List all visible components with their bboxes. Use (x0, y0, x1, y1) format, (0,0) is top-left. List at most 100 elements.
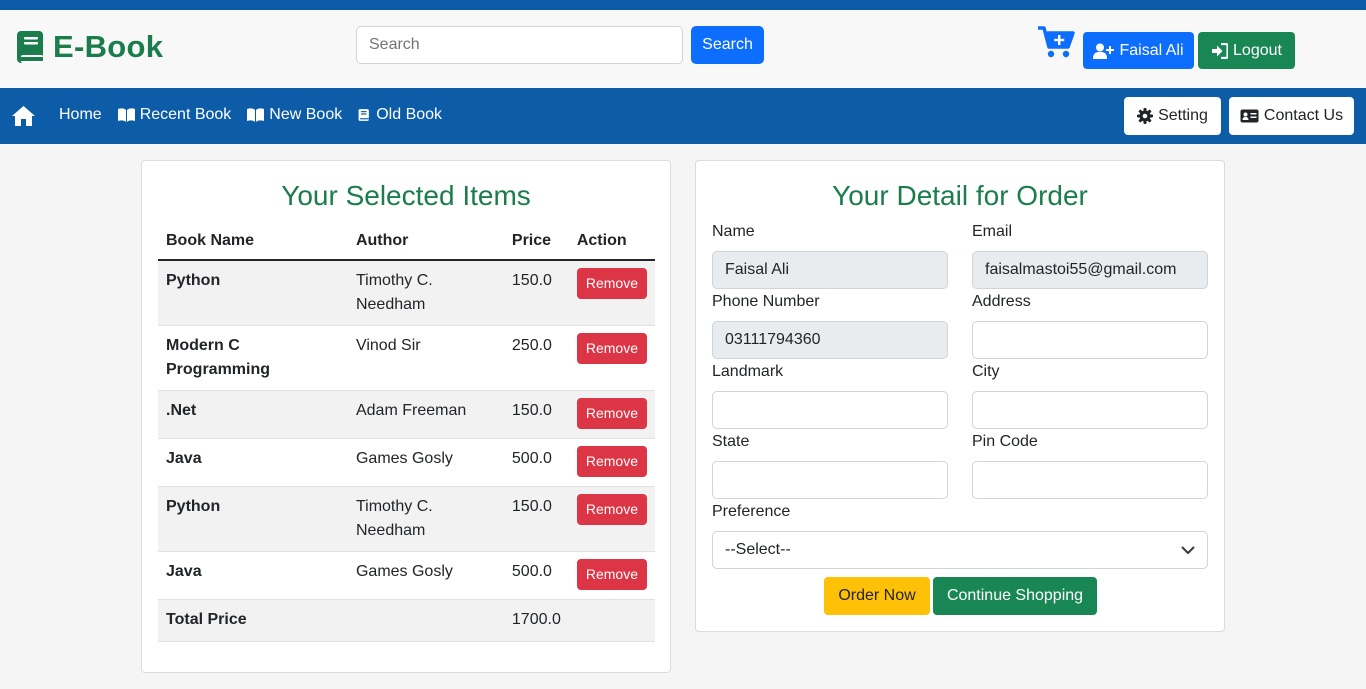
preference-label: Preference (712, 503, 791, 520)
remove-button[interactable]: Remove (576, 268, 647, 299)
brand-logo[interactable]: E-Book (16, 29, 163, 65)
home-icon[interactable] (11, 105, 36, 127)
sign-in-icon (1212, 42, 1229, 59)
column-header: Author (347, 225, 504, 261)
remove-button[interactable]: Remove (576, 494, 647, 525)
table-row: Python Timothy C. Needham 150.0 Remove (158, 486, 655, 552)
nav-item-old-book[interactable]: Old Book (357, 106, 442, 124)
book-icon (17, 31, 43, 63)
selected-items-title: Your Selected Items (281, 180, 531, 211)
selected-items-card: Your Selected Items Book Name Author Pri… (141, 160, 671, 673)
book-price: 150.0 (503, 390, 569, 439)
book-open-icon (117, 108, 135, 122)
book-author: Adam Freeman (347, 390, 504, 439)
book-author: Timothy C. Needham (347, 260, 504, 326)
remove-button[interactable]: Remove (576, 333, 647, 364)
logout-label: Logout (1233, 41, 1282, 59)
book-price: 150.0 (503, 260, 569, 326)
table-row: Java Games Gosly 500.0 Remove (158, 438, 655, 487)
nav-item-label: Recent Book (139, 106, 232, 123)
table-row: Java Games Gosly 500.0 Remove (158, 551, 655, 600)
action-cell: Remove (568, 325, 655, 391)
preference-selected: --Select-- (725, 541, 791, 558)
cart-table: Book Name Author Price Action Python Tim… (158, 225, 655, 642)
nav-item-label: Old Book (376, 106, 443, 123)
action-cell: Remove (568, 390, 655, 439)
cart-plus-icon[interactable] (1037, 25, 1075, 59)
city-field[interactable] (972, 391, 1208, 429)
table-row: Modern C Programming Vinod Sir 250.0 Rem… (158, 325, 655, 391)
continue-shopping-button[interactable]: Continue Shopping (933, 577, 1097, 615)
book-price: 250.0 (503, 325, 569, 391)
column-header: Action (568, 225, 655, 261)
remove-button[interactable]: Remove (576, 446, 647, 477)
user-button[interactable]: Faisal Ali (1083, 32, 1194, 69)
nav-item-label: New Book (269, 106, 343, 123)
total-value: 1700.0 (503, 599, 569, 642)
name-field[interactable]: Faisal Ali (712, 251, 948, 289)
book-author: Games Gosly (347, 438, 504, 487)
column-header: Book Name (158, 225, 348, 261)
action-cell: Remove (568, 551, 655, 600)
nav-links: Home Recent Book New Book Old Book (59, 106, 457, 124)
address-field[interactable] (972, 321, 1208, 359)
setting-label: Setting (1158, 107, 1208, 124)
city-label: City (972, 363, 1000, 380)
nav-item-home[interactable]: Home (59, 106, 102, 124)
action-cell: Remove (568, 260, 655, 326)
table-header-row: Book Name Author Price Action (158, 225, 655, 261)
empty-cell (347, 599, 504, 642)
remove-button[interactable]: Remove (576, 398, 647, 429)
book-author: Games Gosly (347, 551, 504, 600)
landmark-field[interactable] (712, 391, 948, 429)
chevron-down-icon (1181, 546, 1195, 554)
pin-code-label: Pin Code (972, 433, 1038, 450)
state-field[interactable] (712, 461, 948, 499)
phone-field[interactable]: 03111794360 (712, 321, 948, 359)
top-strip (0, 0, 1366, 10)
book-author: Vinod Sir (347, 325, 504, 391)
book-open-icon (247, 108, 265, 122)
landmark-label: Landmark (712, 363, 784, 380)
order-details-title: Your Detail for Order (832, 180, 1088, 211)
total-label: Total Price (158, 599, 348, 642)
table-row: .Net Adam Freeman 150.0 Remove (158, 390, 655, 439)
email-field[interactable]: faisalmastoi55@gmail.com (972, 251, 1208, 289)
total-row: Total Price 1700.0 (158, 599, 655, 642)
book-name: Java (158, 438, 348, 487)
nav-item-recent-book[interactable]: Recent Book (117, 106, 232, 124)
action-cell: Remove (568, 438, 655, 487)
search-button[interactable]: Search (691, 26, 764, 64)
column-header: Price (503, 225, 569, 261)
order-now-button[interactable]: Order Now (824, 577, 930, 615)
book-name: Modern C Programming (158, 325, 348, 391)
user-name: Faisal Ali (1119, 41, 1184, 59)
phone-label: Phone Number (712, 293, 820, 310)
action-cell: Remove (568, 486, 655, 552)
state-label: State (712, 433, 750, 450)
book-name: Java (158, 551, 348, 600)
search-input[interactable] (356, 26, 683, 64)
contact-label: Contact Us (1263, 107, 1344, 124)
table-row: Python Timothy C. Needham 150.0 Remove (158, 260, 655, 326)
user-plus-icon (1093, 43, 1115, 59)
empty-cell (568, 599, 655, 642)
book-name: Python (158, 486, 348, 552)
book-name: .Net (158, 390, 348, 439)
name-label: Name (712, 223, 755, 240)
preference-select[interactable]: --Select-- (712, 531, 1208, 569)
contact-button[interactable]: Contact Us (1229, 97, 1354, 135)
book-price: 500.0 (503, 551, 569, 600)
nav-item-new-book[interactable]: New Book (246, 106, 342, 124)
logout-button[interactable]: Logout (1198, 32, 1295, 69)
book-price: 500.0 (503, 438, 569, 487)
order-details-card: Your Detail for Order Name Email Faisal … (695, 160, 1225, 632)
remove-button[interactable]: Remove (576, 559, 647, 590)
book-name: Python (158, 260, 348, 326)
pin-code-field[interactable] (972, 461, 1208, 499)
id-card-icon (1240, 109, 1259, 123)
address-label: Address (972, 293, 1031, 310)
book-icon (358, 109, 370, 121)
setting-button[interactable]: Setting (1124, 97, 1221, 135)
book-author: Timothy C. Needham (347, 486, 504, 552)
